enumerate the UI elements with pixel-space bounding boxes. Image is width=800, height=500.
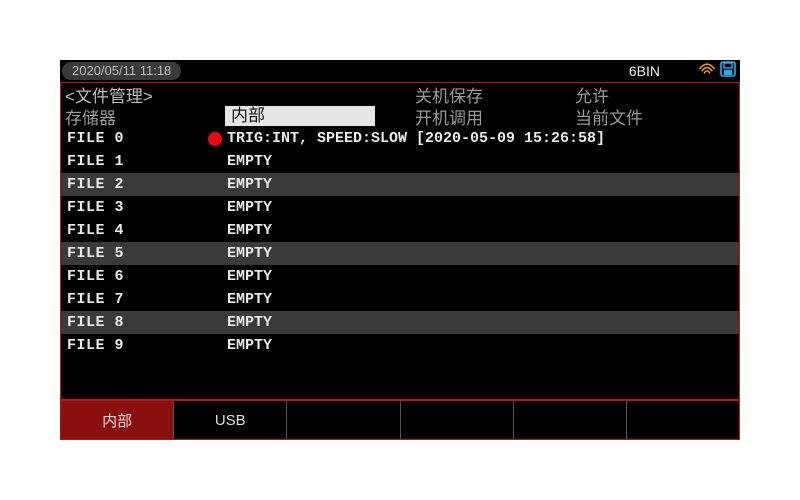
file-row[interactable]: FILE 0 TRIG:INT, SPEED:SLOW [2020-05-09 1… bbox=[61, 127, 739, 150]
storage-label: 存储器 bbox=[65, 104, 225, 129]
file-row[interactable]: FILE 2 EMPTY bbox=[61, 173, 739, 196]
file-name: FILE 1 bbox=[67, 153, 202, 170]
file-row[interactable]: FILE 7 EMPTY bbox=[61, 288, 739, 311]
file-desc: EMPTY bbox=[227, 222, 739, 239]
file-name: FILE 4 bbox=[67, 222, 202, 239]
softkey-button[interactable]: USB bbox=[174, 401, 287, 439]
file-row[interactable]: FILE 5 EMPTY bbox=[61, 242, 739, 265]
file-name: FILE 0 bbox=[67, 130, 202, 147]
file-name: FILE 9 bbox=[67, 337, 202, 354]
softkey-bar: 内部USB bbox=[60, 400, 740, 440]
softkey-button[interactable] bbox=[287, 401, 400, 439]
file-active-indicator bbox=[202, 132, 227, 146]
file-desc: EMPTY bbox=[227, 153, 739, 170]
boot-recall-label: 开机调用 bbox=[415, 104, 575, 129]
file-name: FILE 6 bbox=[67, 268, 202, 285]
file-name: FILE 7 bbox=[67, 291, 202, 308]
status-datetime: 2020/05/11 11:18 bbox=[62, 62, 181, 80]
file-desc: EMPTY bbox=[227, 268, 739, 285]
file-desc: EMPTY bbox=[227, 245, 739, 262]
status-icons bbox=[698, 61, 736, 82]
status-bar: 2020/05/11 11:18 6BIN bbox=[60, 60, 740, 82]
file-name: FILE 8 bbox=[67, 314, 202, 331]
file-desc: EMPTY bbox=[227, 337, 739, 354]
file-desc: EMPTY bbox=[227, 176, 739, 193]
softkey-button[interactable]: 内部 bbox=[61, 401, 174, 439]
header-block: <文件管理> 关机保存 允许 存储器 内部 开机调用 当前文件 bbox=[61, 83, 739, 127]
file-row[interactable]: FILE 6 EMPTY bbox=[61, 265, 739, 288]
file-desc: EMPTY bbox=[227, 199, 739, 216]
file-list: FILE 0 TRIG:INT, SPEED:SLOW [2020-05-09 1… bbox=[61, 127, 739, 399]
file-name: FILE 2 bbox=[67, 176, 202, 193]
file-desc: EMPTY bbox=[227, 314, 739, 331]
boot-recall-value[interactable]: 当前文件 bbox=[575, 104, 725, 129]
panel: 2020/05/11 11:18 6BIN bbox=[60, 60, 740, 440]
file-row[interactable]: FILE 3 EMPTY bbox=[61, 196, 739, 219]
status-mode: 6BIN bbox=[629, 63, 660, 79]
softkey-button[interactable] bbox=[514, 401, 627, 439]
file-desc: EMPTY bbox=[227, 291, 739, 308]
storage-select[interactable]: 内部 bbox=[225, 106, 375, 126]
file-name: FILE 3 bbox=[67, 199, 202, 216]
softkey-button[interactable] bbox=[401, 401, 514, 439]
save-icon bbox=[720, 61, 736, 82]
file-row[interactable]: FILE 9 EMPTY bbox=[61, 334, 739, 357]
wifi-icon bbox=[698, 62, 716, 81]
file-row[interactable]: FILE 8 EMPTY bbox=[61, 311, 739, 334]
file-name: FILE 5 bbox=[67, 245, 202, 262]
file-row[interactable]: FILE 1 EMPTY bbox=[61, 150, 739, 173]
softkey-button[interactable] bbox=[627, 401, 739, 439]
file-desc: TRIG:INT, SPEED:SLOW [2020-05-09 15:26:5… bbox=[227, 130, 739, 147]
file-row[interactable]: FILE 4 EMPTY bbox=[61, 219, 739, 242]
instrument-screen: 2020/05/11 11:18 6BIN bbox=[60, 60, 740, 440]
active-dot-icon bbox=[208, 132, 222, 146]
main-area: <文件管理> 关机保存 允许 存储器 内部 开机调用 当前文件 FILE 0 TR… bbox=[60, 82, 740, 400]
